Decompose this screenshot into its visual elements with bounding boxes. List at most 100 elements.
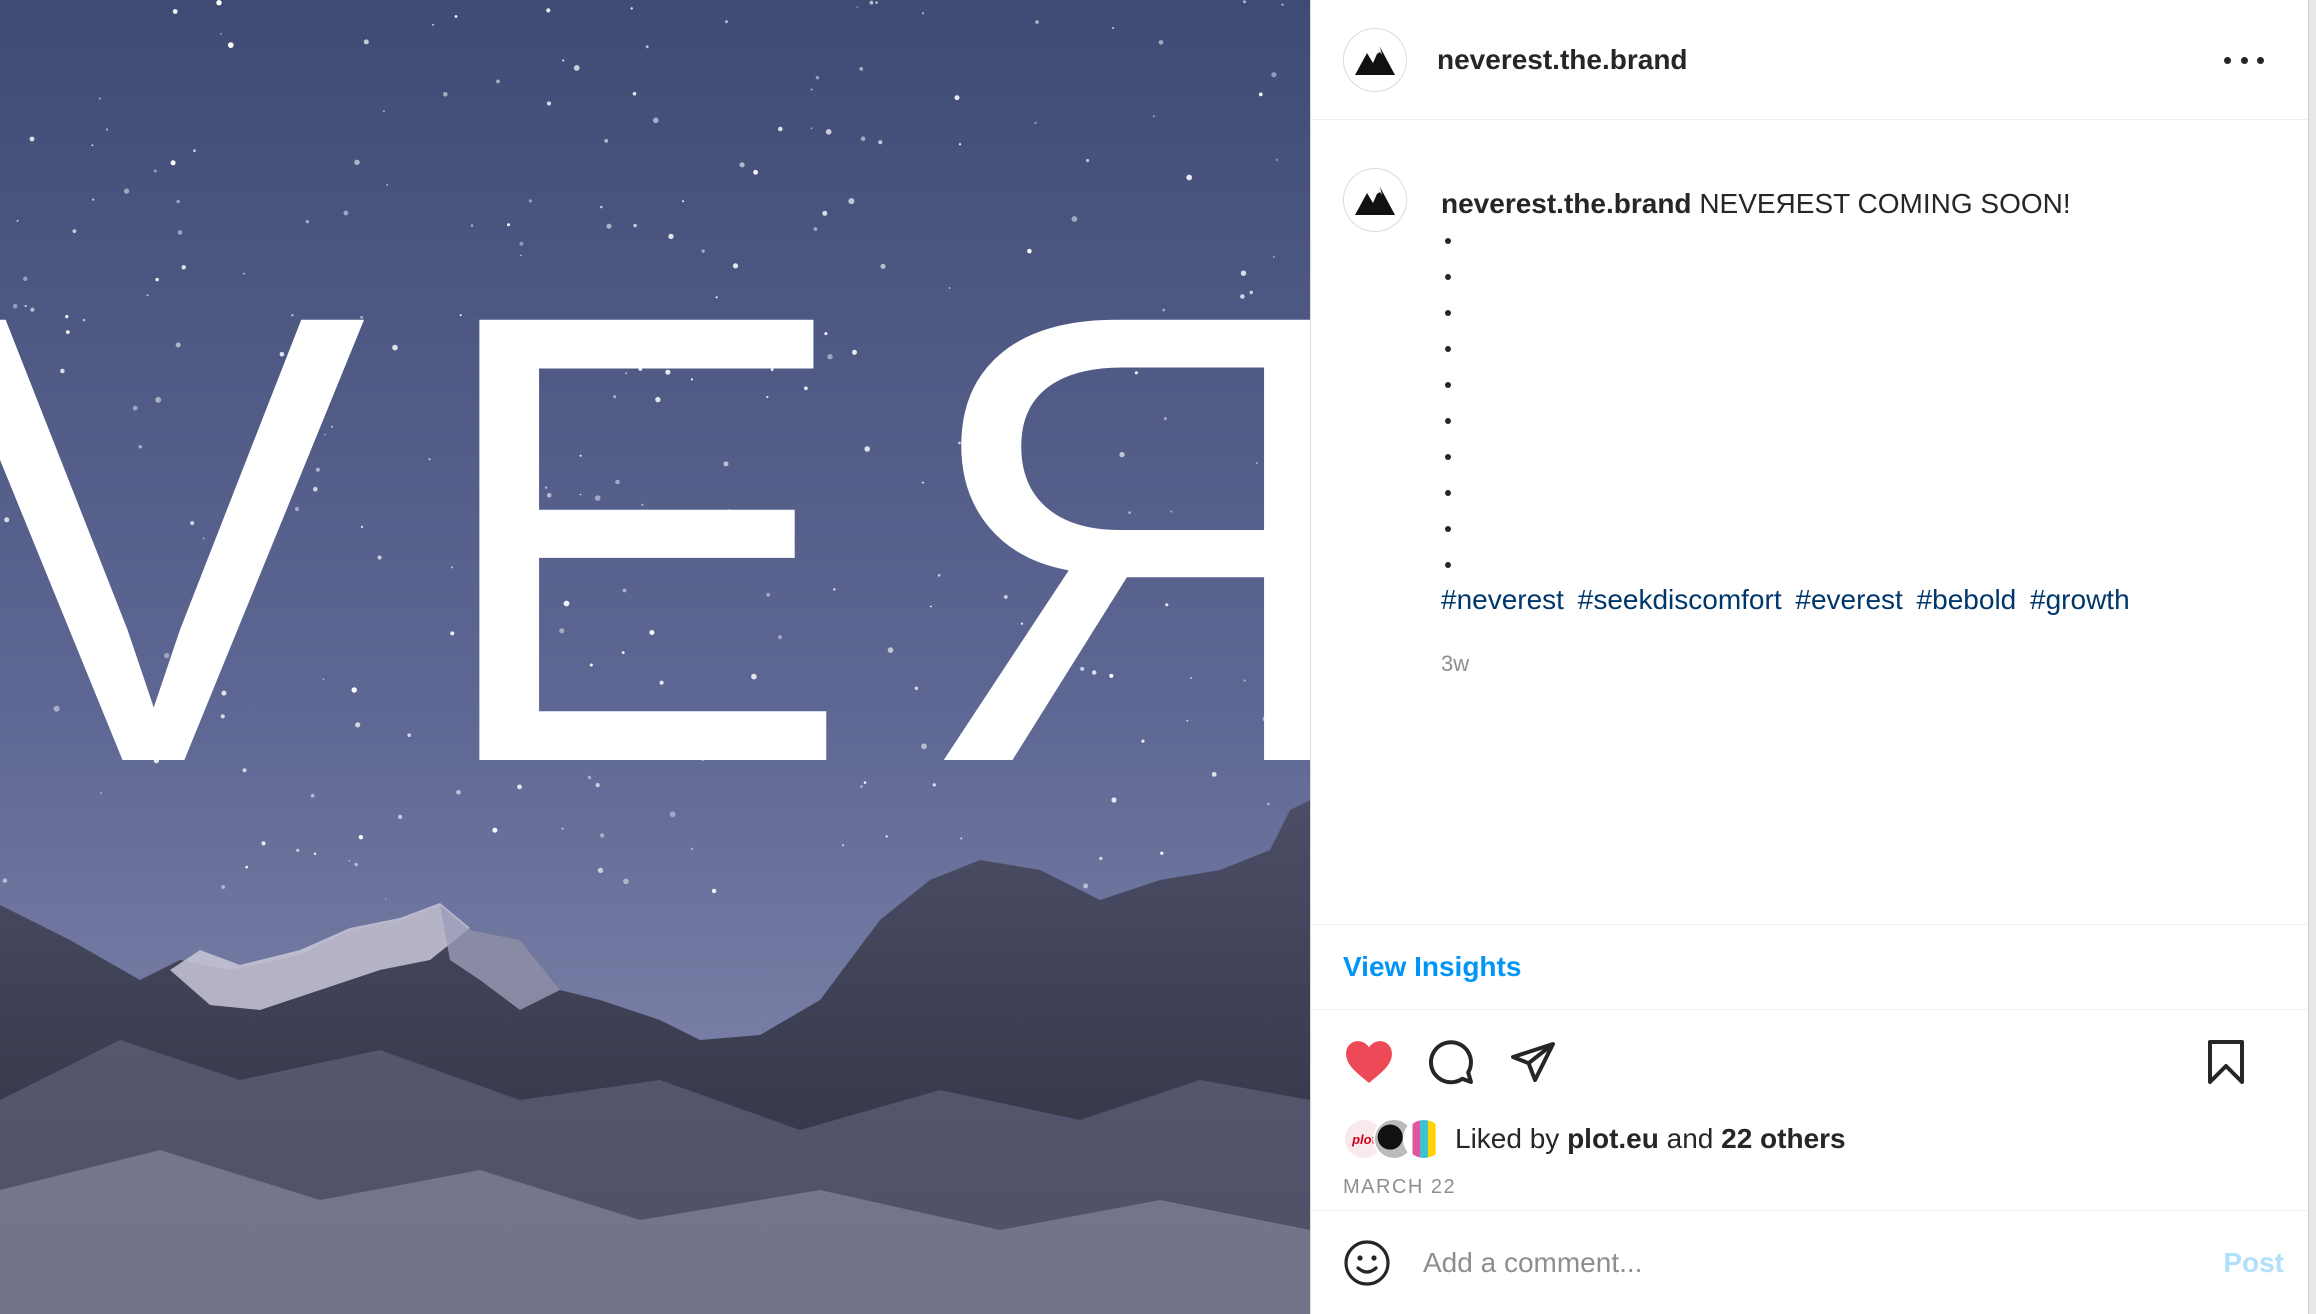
view-insights-link[interactable]: View Insights: [1343, 951, 1521, 983]
star: [954, 95, 960, 101]
first-liker-link[interactable]: plot.eu: [1567, 1123, 1659, 1154]
hashtag-link[interactable]: #seekdiscomfort: [1578, 584, 1782, 615]
caption-bullet: [1441, 222, 2136, 258]
star: [546, 101, 552, 106]
star: [1034, 121, 1037, 125]
star: [91, 144, 94, 147]
caption-username[interactable]: neverest.the.brand: [1441, 188, 1692, 219]
star: [1243, 0, 1246, 4]
more-dot: [2224, 56, 2231, 64]
star: [172, 9, 178, 14]
post-date[interactable]: MARCH 22: [1311, 1164, 2316, 1210]
star: [860, 136, 866, 141]
star: [645, 45, 649, 49]
share-button[interactable]: [1507, 1036, 1559, 1088]
star: [859, 67, 864, 71]
likes-text: Liked by plot.eu and 22 others: [1455, 1123, 1846, 1155]
star: [562, 59, 565, 62]
star: [958, 143, 962, 146]
star: [810, 127, 813, 130]
star: [1158, 40, 1164, 45]
star: [875, 1, 878, 4]
star: [153, 169, 157, 173]
action-bar: [1311, 1010, 2316, 1114]
caption-hashtags: #neverest #seekdiscomfort #everest #bebo…: [1441, 582, 2136, 618]
star: [98, 97, 102, 100]
post-header: neverest.the.brand: [1311, 0, 2316, 120]
hashtag-link[interactable]: #growth: [2030, 584, 2130, 615]
star: [632, 91, 637, 96]
caption-bullet: [1441, 294, 2136, 330]
caption-line: neverest.the.brand NEVEЯEST COMING SOON!: [1441, 186, 2136, 222]
star: [1112, 27, 1114, 29]
star: [725, 20, 728, 24]
star: [432, 23, 434, 26]
hashtag-link[interactable]: #everest: [1795, 584, 1902, 615]
liker-avatars: plot: [1343, 1117, 1449, 1161]
star: [1271, 72, 1277, 78]
like-button[interactable]: [1343, 1036, 1395, 1088]
star: [354, 159, 360, 165]
star: [1152, 115, 1155, 118]
post-image[interactable]: VEЯ: [0, 0, 1310, 1314]
mountain-logo-icon: [1355, 187, 1395, 215]
caption-bullet: [1441, 330, 2136, 366]
star: [170, 160, 176, 166]
comment-bubble-icon: [1428, 1040, 1473, 1085]
star: [856, 6, 859, 8]
star: [496, 79, 500, 84]
star: [653, 117, 659, 124]
star: [546, 8, 551, 13]
save-button[interactable]: [2200, 1036, 2252, 1088]
star: [363, 39, 369, 45]
star: [825, 129, 832, 135]
mountain-logo-icon: [1355, 46, 1395, 75]
more-options-icon[interactable]: [2224, 42, 2264, 78]
emoji-smile-icon[interactable]: [1343, 1239, 1391, 1287]
star: [443, 92, 448, 97]
star: [1086, 158, 1090, 163]
more-dot: [2240, 56, 2248, 64]
star: [1035, 20, 1039, 24]
caption-bullet: [1441, 258, 2136, 294]
star: [921, 12, 925, 15]
star: [573, 65, 580, 71]
star: [193, 149, 196, 153]
comment-input[interactable]: [1423, 1246, 2183, 1279]
post-comment-button[interactable]: Post: [2223, 1247, 2284, 1279]
likes-others-link[interactable]: 22 others: [1721, 1123, 1846, 1154]
star: [810, 88, 813, 91]
caption-bullet: [1441, 510, 2136, 546]
image-text: VEЯ: [0, 181, 1310, 896]
star: [778, 126, 783, 132]
star: [382, 110, 385, 113]
header-username[interactable]: neverest.the.brand: [1437, 44, 1688, 76]
liker-avatar[interactable]: [1403, 1118, 1445, 1160]
profile-avatar[interactable]: [1343, 27, 1407, 92]
caption-body: neverest.the.brand NEVEЯEST COMING SOON!: [1441, 186, 2136, 924]
comment-button[interactable]: [1425, 1036, 1477, 1088]
star: [753, 169, 758, 175]
star: [454, 15, 458, 18]
star: [630, 7, 633, 10]
paper-plane-icon: [1511, 1042, 1555, 1082]
hashtag-link[interactable]: #bebold: [1917, 584, 2017, 615]
heart-filled-icon: [1346, 1041, 1392, 1083]
star: [384, 897, 387, 900]
likes-prefix: Liked by: [1455, 1123, 1560, 1154]
star: [1275, 158, 1278, 161]
caption-avatar[interactable]: [1343, 168, 1407, 232]
caption-bullet: [1441, 438, 2136, 474]
star: [105, 128, 109, 131]
post-viewer: VEЯ neverest.the.brand neverest.the.bran…: [0, 0, 2316, 1314]
likes-row: plot Liked by plot.eu and 22 others: [1311, 1114, 2316, 1164]
star: [1281, 3, 1284, 6]
caption-bullet: [1441, 402, 2136, 438]
star: [29, 136, 35, 142]
star: [220, 32, 222, 35]
hashtag-link[interactable]: #neverest: [1441, 584, 1564, 615]
caption-time-ago[interactable]: 3w: [1441, 646, 2136, 682]
star: [604, 139, 609, 143]
more-dot: [2257, 56, 2264, 64]
star: [869, 0, 874, 5]
